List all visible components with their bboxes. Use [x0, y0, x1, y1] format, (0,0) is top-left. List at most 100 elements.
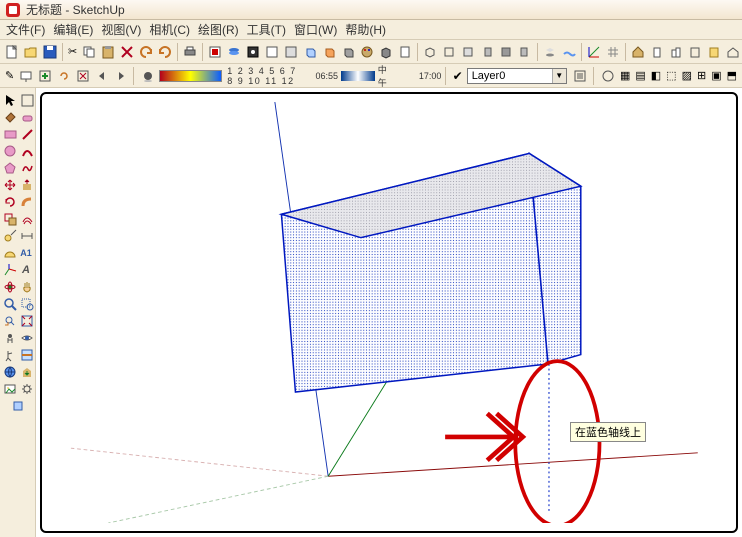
position-camera-icon[interactable] [2, 330, 17, 345]
photo-texture-icon[interactable] [2, 381, 17, 396]
select-tool-icon[interactable] [2, 92, 17, 107]
view-top-icon[interactable] [441, 43, 457, 61]
zoom-prev-tool-icon[interactable] [2, 313, 17, 328]
dropdown-arrow-icon[interactable]: ▼ [552, 69, 566, 83]
menu-file[interactable]: 文件(F) [6, 21, 45, 38]
line-tool-icon[interactable] [19, 126, 34, 141]
sheet-icon[interactable] [397, 43, 413, 61]
pushpull-tool-icon[interactable] [19, 177, 34, 192]
copy-icon[interactable] [81, 43, 97, 61]
menu-tools[interactable]: 工具(T) [247, 21, 286, 38]
delete-scene-icon[interactable] [75, 67, 91, 85]
print-icon[interactable] [182, 43, 198, 61]
warehouse-icon[interactable] [725, 43, 741, 61]
plus-scene-icon[interactable] [37, 67, 53, 85]
viewport[interactable]: 在蓝色轴线上 [50, 102, 728, 523]
axes-toggle-icon[interactable] [586, 43, 602, 61]
shadow-icon[interactable] [542, 43, 558, 61]
geo-icon[interactable] [2, 364, 17, 379]
delete-icon[interactable] [119, 43, 135, 61]
cube-style-icon[interactable] [302, 43, 318, 61]
grid-icon[interactable] [605, 43, 621, 61]
navigator-icon[interactable] [245, 43, 261, 61]
move-tool-icon[interactable] [2, 177, 17, 192]
pan-tool-icon[interactable] [19, 279, 34, 294]
book-icon[interactable] [706, 43, 722, 61]
save-file-icon[interactable] [42, 43, 58, 61]
undo-icon[interactable] [138, 43, 154, 61]
extra-4-icon[interactable]: ◧ [650, 67, 662, 85]
view-back-icon[interactable] [498, 43, 514, 61]
extra-tool-icon[interactable] [10, 398, 25, 413]
fog-icon[interactable] [561, 43, 577, 61]
open-file-icon[interactable] [23, 43, 39, 61]
menu-draw[interactable]: 绘图(R) [198, 21, 239, 38]
protractor-tool-icon[interactable] [2, 245, 17, 260]
zoom-tool-icon[interactable] [2, 296, 17, 311]
component-icon[interactable] [207, 43, 223, 61]
scale-tool-icon[interactable] [2, 211, 17, 226]
settings-icon[interactable] [19, 381, 34, 396]
layer-visible-check-icon[interactable]: ✔ [453, 69, 463, 83]
paste-icon[interactable] [100, 43, 116, 61]
walk-tool-icon[interactable] [2, 347, 17, 362]
text-tool-icon[interactable]: A1 [19, 245, 34, 260]
month-color-bar[interactable] [159, 70, 222, 82]
freehand-tool-icon[interactable] [19, 160, 34, 175]
component-tool-icon[interactable] [19, 92, 34, 107]
extra-3-icon[interactable]: ▤ [634, 67, 646, 85]
section-plane-icon[interactable] [19, 347, 34, 362]
extra-1-icon[interactable] [600, 67, 616, 85]
3dtext-tool-icon[interactable]: A [19, 262, 34, 277]
view-left-icon[interactable] [517, 43, 533, 61]
axes-tool-icon[interactable] [2, 262, 17, 277]
building2-icon[interactable] [668, 43, 684, 61]
cube-style-orange-icon[interactable] [321, 43, 337, 61]
lookaround-tool-icon[interactable] [19, 330, 34, 345]
followme-tool-icon[interactable] [19, 194, 34, 209]
cube-block-icon[interactable] [378, 43, 394, 61]
building-outline-icon[interactable] [687, 43, 703, 61]
cut-icon[interactable]: ✂ [67, 43, 78, 61]
pencil-small-icon[interactable]: ✎ [4, 67, 15, 85]
extra-8-icon[interactable]: ▣ [710, 67, 722, 85]
model-canvas[interactable] [50, 102, 728, 523]
orbit-tool-icon[interactable] [2, 279, 17, 294]
warehouse-download-icon[interactable] [19, 364, 34, 379]
dimension-tool-icon[interactable] [19, 228, 34, 243]
view-right-icon[interactable] [479, 43, 495, 61]
shadow-toggle-icon[interactable] [140, 67, 156, 85]
paint-bucket-icon[interactable] [2, 109, 17, 124]
menu-view[interactable]: 视图(V) [101, 21, 141, 38]
rectangle-tool-icon[interactable] [2, 126, 17, 141]
extra-7-icon[interactable]: ⊞ [696, 67, 707, 85]
palette-icon[interactable] [359, 43, 375, 61]
view-iso-icon[interactable] [422, 43, 438, 61]
refresh-scene-icon[interactable] [56, 67, 72, 85]
menu-help[interactable]: 帮助(H) [345, 21, 386, 38]
zoom-window-tool-icon[interactable] [19, 296, 34, 311]
zoom-extents-tool-icon[interactable] [19, 313, 34, 328]
layer-options-icon[interactable] [571, 67, 589, 85]
time-of-day-bar[interactable] [341, 71, 375, 81]
polygon-tool-icon[interactable] [2, 160, 17, 175]
cube-grid-icon[interactable] [340, 43, 356, 61]
extra-9-icon[interactable]: ⬒ [726, 67, 738, 85]
layer-select[interactable]: Layer0 ▼ [467, 68, 567, 84]
offset-tool-icon[interactable] [19, 211, 34, 226]
redo-icon[interactable] [157, 43, 173, 61]
view-front-icon[interactable] [460, 43, 476, 61]
tape-tool-icon[interactable] [2, 228, 17, 243]
extra-2-icon[interactable]: ▦ [619, 67, 631, 85]
circle-tool-icon[interactable] [2, 143, 17, 158]
presentation-icon[interactable] [18, 67, 34, 85]
house-icon[interactable] [630, 43, 646, 61]
menu-edit[interactable]: 编辑(E) [53, 21, 93, 38]
eraser-icon[interactable] [19, 109, 34, 124]
new-file-icon[interactable] [4, 43, 20, 61]
building1-icon[interactable] [649, 43, 665, 61]
extra-5-icon[interactable]: ⬚ [665, 67, 677, 85]
arc-tool-icon[interactable] [19, 143, 34, 158]
layer-icon[interactable] [226, 43, 242, 61]
box-empty-icon[interactable] [264, 43, 280, 61]
